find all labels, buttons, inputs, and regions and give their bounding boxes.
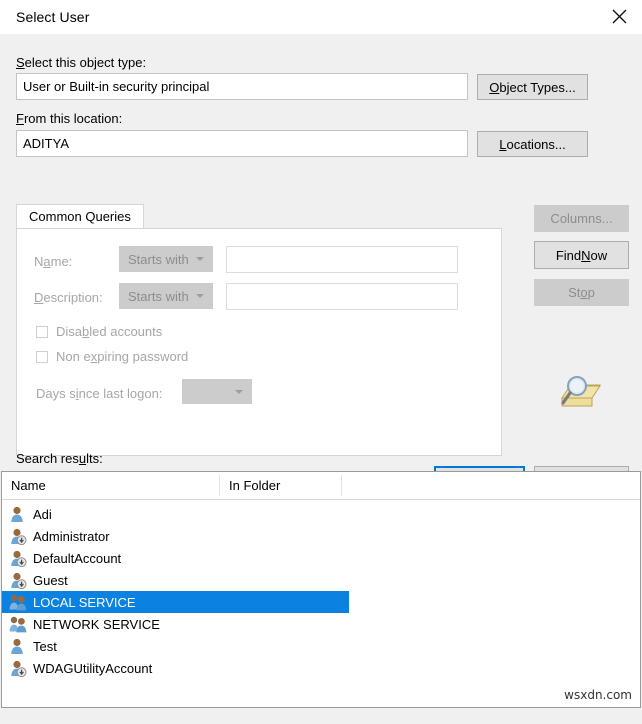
list-item-name: LOCAL SERVICE xyxy=(33,594,136,610)
group-icon xyxy=(9,593,28,611)
listview-rows: Adi Administrator DefaultAccount Guest L… xyxy=(2,500,640,679)
location-input[interactable]: ADITYA xyxy=(16,130,468,157)
disabled-accounts-label: Disabled accounts xyxy=(56,324,163,339)
list-item[interactable]: DefaultAccount xyxy=(2,547,640,569)
description-input[interactable] xyxy=(226,283,458,310)
list-item-name: DefaultAccount xyxy=(33,550,122,566)
list-item[interactable]: Test xyxy=(2,635,640,657)
group-icon xyxy=(9,615,28,633)
list-item-name: Administrator xyxy=(33,528,110,544)
search-results-listview[interactable]: Name In Folder Adi Administrator Default… xyxy=(1,471,641,708)
column-header-in-folder[interactable]: In Folder xyxy=(220,472,342,498)
columns-button[interactable]: Columns... xyxy=(534,205,629,232)
tab-common-queries[interactable]: Common Queries xyxy=(16,204,144,228)
list-item[interactable]: Administrator xyxy=(2,525,640,547)
checkbox-box xyxy=(36,350,48,363)
window-title: Select User xyxy=(16,9,90,25)
locations-button[interactable]: Locations... xyxy=(477,131,588,157)
list-item-name: Adi xyxy=(33,506,52,522)
list-item[interactable]: NETWORK SERVICE xyxy=(2,613,640,635)
user-disabled-icon xyxy=(9,549,28,568)
close-icon-glyph xyxy=(612,9,626,24)
list-item-name: Guest xyxy=(33,572,68,588)
title-bar: Select User xyxy=(0,0,642,35)
dialog-body: Select this object type: User or Built-i… xyxy=(0,34,642,494)
select-user-dialog: Select User Select this object type: Use… xyxy=(0,0,642,724)
folder-search-icon xyxy=(556,372,606,414)
object-type-label: Select this object type: xyxy=(16,55,147,70)
chevron-down-icon xyxy=(196,294,204,298)
name-condition-select[interactable]: Starts with xyxy=(119,246,213,272)
stop-button[interactable]: St o p xyxy=(534,279,629,306)
find-now-button[interactable]: Find Now xyxy=(534,241,629,269)
user-disabled-icon xyxy=(9,527,28,546)
list-item[interactable]: LOCAL SERVICE xyxy=(2,591,349,613)
user-disabled-icon xyxy=(9,659,28,678)
description-label: Description: xyxy=(34,290,103,305)
folder-search-icon-glyph xyxy=(561,376,601,407)
object-type-input[interactable]: User or Built-in security principal xyxy=(16,73,468,100)
name-label: Name: xyxy=(34,254,73,269)
column-header-name[interactable]: Name xyxy=(2,472,220,498)
list-item-name: NETWORK SERVICE xyxy=(33,616,160,632)
name-input[interactable] xyxy=(226,246,458,273)
list-item-name: WDAGUtilityAccount xyxy=(33,660,153,676)
list-item[interactable]: Adi xyxy=(2,503,640,525)
days-since-last-logon-label: Days since last logon: xyxy=(36,386,163,401)
tab-strip: Common Queries xyxy=(16,204,502,228)
location-label: From this location: xyxy=(16,111,123,126)
non-expiring-password-label: Non expiring password xyxy=(56,349,189,364)
checkbox-box xyxy=(36,325,48,338)
common-queries-panel: Name: Starts with Description: Starts wi… xyxy=(16,228,502,456)
chevron-down-icon xyxy=(196,257,204,261)
column-divider[interactable] xyxy=(341,475,342,496)
user-icon xyxy=(9,505,28,523)
object-types-button[interactable]: Object Types... xyxy=(477,74,588,100)
watermark: wsxdn.com xyxy=(564,688,632,702)
close-icon[interactable] xyxy=(596,0,642,33)
non-expiring-password-checkbox[interactable]: Non expiring password xyxy=(36,349,188,364)
listview-header: Name In Folder xyxy=(2,472,640,500)
user-icon xyxy=(9,637,28,655)
user-disabled-icon xyxy=(9,571,28,590)
list-item[interactable]: WDAGUtilityAccount xyxy=(2,657,640,679)
search-results-label: Search results: xyxy=(16,451,103,466)
list-item-name: Test xyxy=(33,638,57,654)
chevron-down-icon xyxy=(235,389,243,394)
description-condition-select[interactable]: Starts with xyxy=(119,283,213,309)
list-item[interactable]: Guest xyxy=(2,569,640,591)
disabled-accounts-checkbox[interactable]: Disabled accounts xyxy=(36,324,162,339)
days-since-last-logon-select[interactable] xyxy=(182,379,252,404)
